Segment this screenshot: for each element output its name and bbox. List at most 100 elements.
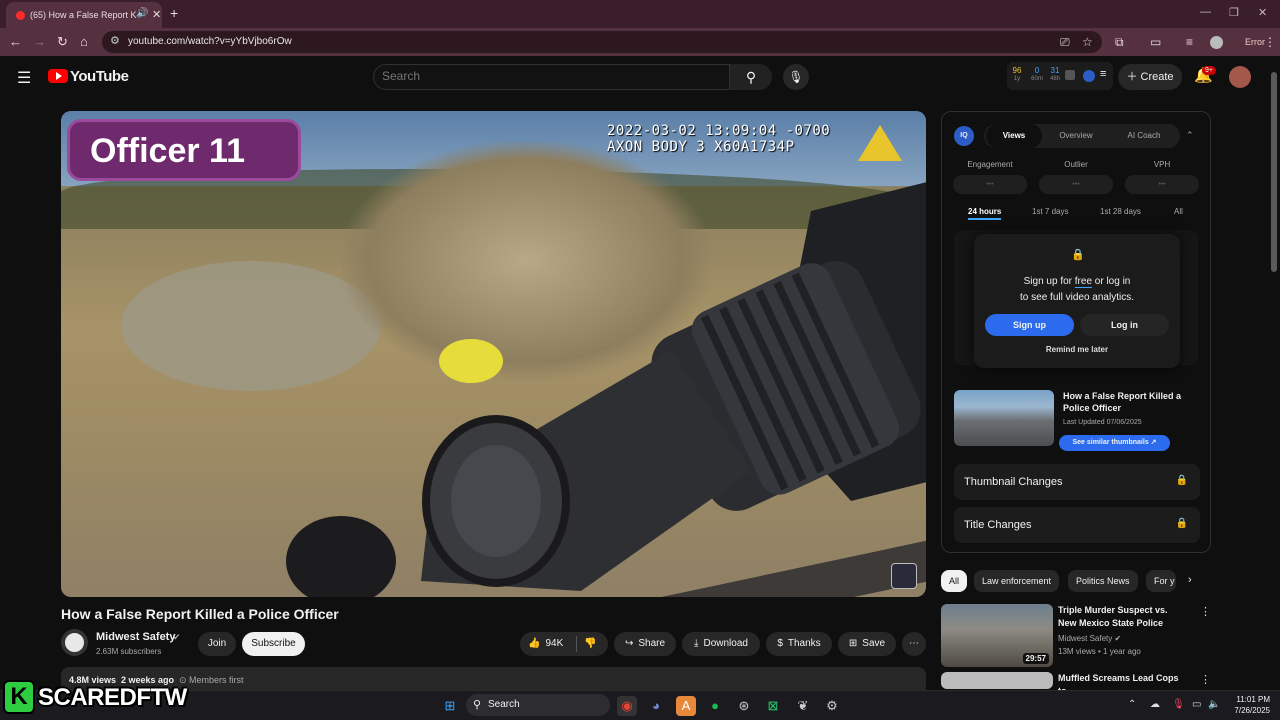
search-input[interactable] — [382, 69, 712, 83]
forward-arrow-icon[interactable]: → — [33, 34, 46, 49]
create-button[interactable]: ＋ Create — [1118, 64, 1182, 90]
vidiq-logo-icon[interactable] — [1083, 70, 1095, 82]
chip-for-you[interactable]: For y — [1146, 570, 1176, 592]
subscribe-button[interactable]: Subscribe — [242, 632, 305, 656]
hamburger-menu-icon[interactable]: ☰ — [17, 68, 31, 88]
recommendation-channel[interactable]: Midwest Safety ✔ — [1058, 632, 1121, 645]
remind-later-link[interactable]: Remind me later — [974, 345, 1180, 354]
close-tab-icon[interactable]: ✕ — [152, 8, 161, 21]
bookmark-star-icon[interactable]: ☆ — [1082, 35, 1093, 49]
bodycam-device-line: AXON BODY 3 X60A1734P — [607, 139, 795, 155]
chip-law-enforcement[interactable]: Law enforcement — [974, 570, 1060, 592]
bodycam-timestamp: 2022-03-02 13:09:04 -0700 AXON BODY 3 X6… — [607, 123, 830, 155]
site-info-icon[interactable]: ⚙ — [110, 34, 120, 47]
url-text: youtube.com/watch?v=yYbVjbo6rOw — [128, 36, 292, 47]
close-window-icon[interactable]: ✕ — [1258, 6, 1267, 19]
period-first-7-days[interactable]: 1st 7 days — [1032, 207, 1068, 216]
officer-overlay-text: Officer 11 — [90, 132, 245, 170]
new-tab-button[interactable]: + — [170, 5, 178, 21]
thumbs-up-icon[interactable]: 👍 — [528, 638, 540, 649]
save-button[interactable]: ⊞ Save — [838, 632, 896, 656]
thanks-button[interactable]: $ Thanks — [766, 632, 832, 656]
download-icon: ⤓ — [694, 638, 699, 649]
sidebar-icon[interactable]: ▭ — [1150, 35, 1161, 49]
chip-all[interactable]: All — [941, 570, 968, 592]
profile-avatar[interactable] — [1210, 36, 1223, 49]
more-actions-button[interactable]: ⋯ — [902, 632, 926, 656]
more-vertical-icon[interactable]: ⋮ — [1200, 673, 1211, 686]
audio-playing-icon[interactable]: 🔊 — [136, 8, 148, 19]
signup-button[interactable]: Sign up — [985, 314, 1074, 336]
steam-icon[interactable]: ⊛ — [734, 696, 754, 716]
tab-overview[interactable]: Overview — [1046, 124, 1106, 148]
app-feather-icon[interactable]: ❦ — [793, 696, 813, 716]
like-count[interactable]: 94K — [545, 638, 563, 649]
maximize-icon[interactable]: ❐ — [1229, 6, 1239, 19]
tab-ai-coach[interactable]: AI Coach — [1110, 124, 1178, 148]
chrome-icon[interactable]: ◉ — [617, 696, 637, 716]
clock-date: 7/26/2025 — [1234, 706, 1270, 715]
reload-icon[interactable]: ↻ — [57, 34, 68, 50]
download-button[interactable]: ⤓ Download — [682, 632, 760, 656]
vidiq-toolbar[interactable]: 96 1y 0 60m 31 48h ≡ — [1007, 62, 1113, 90]
youtube-logo-icon[interactable] — [48, 69, 68, 83]
recommendation-thumbnail[interactable]: 29:57 — [941, 604, 1053, 667]
minimize-icon[interactable]: — — [1200, 6, 1211, 18]
search-button[interactable]: ⚲ — [730, 64, 772, 90]
title-changes-row[interactable]: Title Changes 🔒 — [954, 507, 1200, 543]
share-label: Share — [638, 638, 666, 649]
similar-thumbnails-button[interactable]: See similar thumbnails ↗ — [1059, 435, 1170, 451]
share-button[interactable]: ↪ Share — [614, 632, 676, 656]
volume-icon[interactable]: 🔈 — [1208, 699, 1220, 710]
join-button[interactable]: Join — [198, 632, 236, 656]
vidiq-chart-icon[interactable] — [1065, 70, 1075, 80]
browser-tab[interactable]: (65) How a False Report Kille 🔊 ✕ — [6, 2, 162, 28]
page-scrollbar[interactable] — [1270, 64, 1278, 689]
address-bar[interactable]: ⚙ youtube.com/watch?v=yYbVjbo6rOw — [102, 31, 1102, 53]
scrollbar-thumb[interactable] — [1271, 72, 1277, 272]
chip-politics-news[interactable]: Politics News — [1068, 570, 1138, 592]
chevron-right-icon[interactable]: › — [1188, 574, 1192, 586]
channel-watermark-icon[interactable] — [891, 563, 917, 589]
network-icon[interactable]: ▭ — [1192, 699, 1201, 710]
period-all[interactable]: All — [1174, 207, 1183, 216]
tray-chevron-icon[interactable]: ⌃ — [1128, 699, 1136, 710]
vidiq-menu-icon[interactable]: ≡ — [1100, 68, 1106, 80]
more-vertical-icon[interactable]: ⋮ — [1200, 605, 1211, 618]
taskbar-clock[interactable]: 11:01 PM 7/26/2025 — [1228, 694, 1270, 716]
microphone-icon: 🎙 — [788, 70, 804, 84]
recommendation-title[interactable]: Triple Murder Suspect vs. New Mexico Sta… — [1058, 604, 1188, 630]
search-box[interactable] — [373, 64, 730, 90]
video-player[interactable]: Officer 11 2022-03-02 13:09:04 -0700 AXO… — [61, 111, 926, 597]
account-avatar[interactable] — [1229, 66, 1251, 88]
media-control-icon[interactable]: ≡ — [1186, 35, 1193, 49]
app-settings-icon[interactable]: ⚙ — [822, 696, 842, 716]
thumbnail-changes-row[interactable]: Thumbnail Changes 🔒 — [954, 464, 1200, 500]
channel-avatar[interactable] — [61, 629, 88, 656]
youtube-wordmark[interactable]: YouTube — [70, 68, 129, 85]
spotify-icon[interactable]: ● — [705, 696, 725, 716]
login-button[interactable]: Log in — [1080, 314, 1169, 336]
period-first-28-days[interactable]: 1st 28 days — [1100, 207, 1141, 216]
windows-start-icon[interactable]: ⊞ — [440, 696, 460, 716]
discord-icon[interactable]: ◕ — [646, 696, 666, 716]
channel-name[interactable]: Midwest Safety — [96, 631, 175, 643]
thumbs-down-icon[interactable]: 👎 — [584, 632, 596, 656]
onedrive-icon[interactable]: ☁ — [1150, 699, 1160, 710]
app-a-icon[interactable]: A — [676, 696, 696, 716]
more-menu-icon[interactable]: ⋮ — [1264, 35, 1276, 49]
lock-icon: 🔒 — [1175, 518, 1188, 529]
recommendation-thumbnail[interactable] — [941, 672, 1053, 689]
metric-vph-value: ••• — [1125, 175, 1199, 194]
home-icon[interactable]: ⌂ — [80, 34, 88, 49]
period-24-hours[interactable]: 24 hours — [968, 207, 1002, 220]
tab-views[interactable]: Views — [986, 124, 1042, 148]
cast-icon[interactable]: ⎚ — [1060, 35, 1070, 50]
app-x-icon[interactable]: ⊠ — [763, 696, 783, 716]
microphone-tray-icon[interactable]: 🎙 — [1172, 699, 1185, 710]
taskbar-search[interactable]: ⚲ Search — [466, 694, 610, 716]
voice-search-button[interactable]: 🎙 — [783, 64, 809, 90]
back-arrow-icon[interactable]: ← — [9, 34, 22, 49]
extensions-icon[interactable]: ⧉ — [1115, 35, 1124, 50]
collapse-chevron-icon[interactable]: ⌃ — [1186, 130, 1194, 141]
